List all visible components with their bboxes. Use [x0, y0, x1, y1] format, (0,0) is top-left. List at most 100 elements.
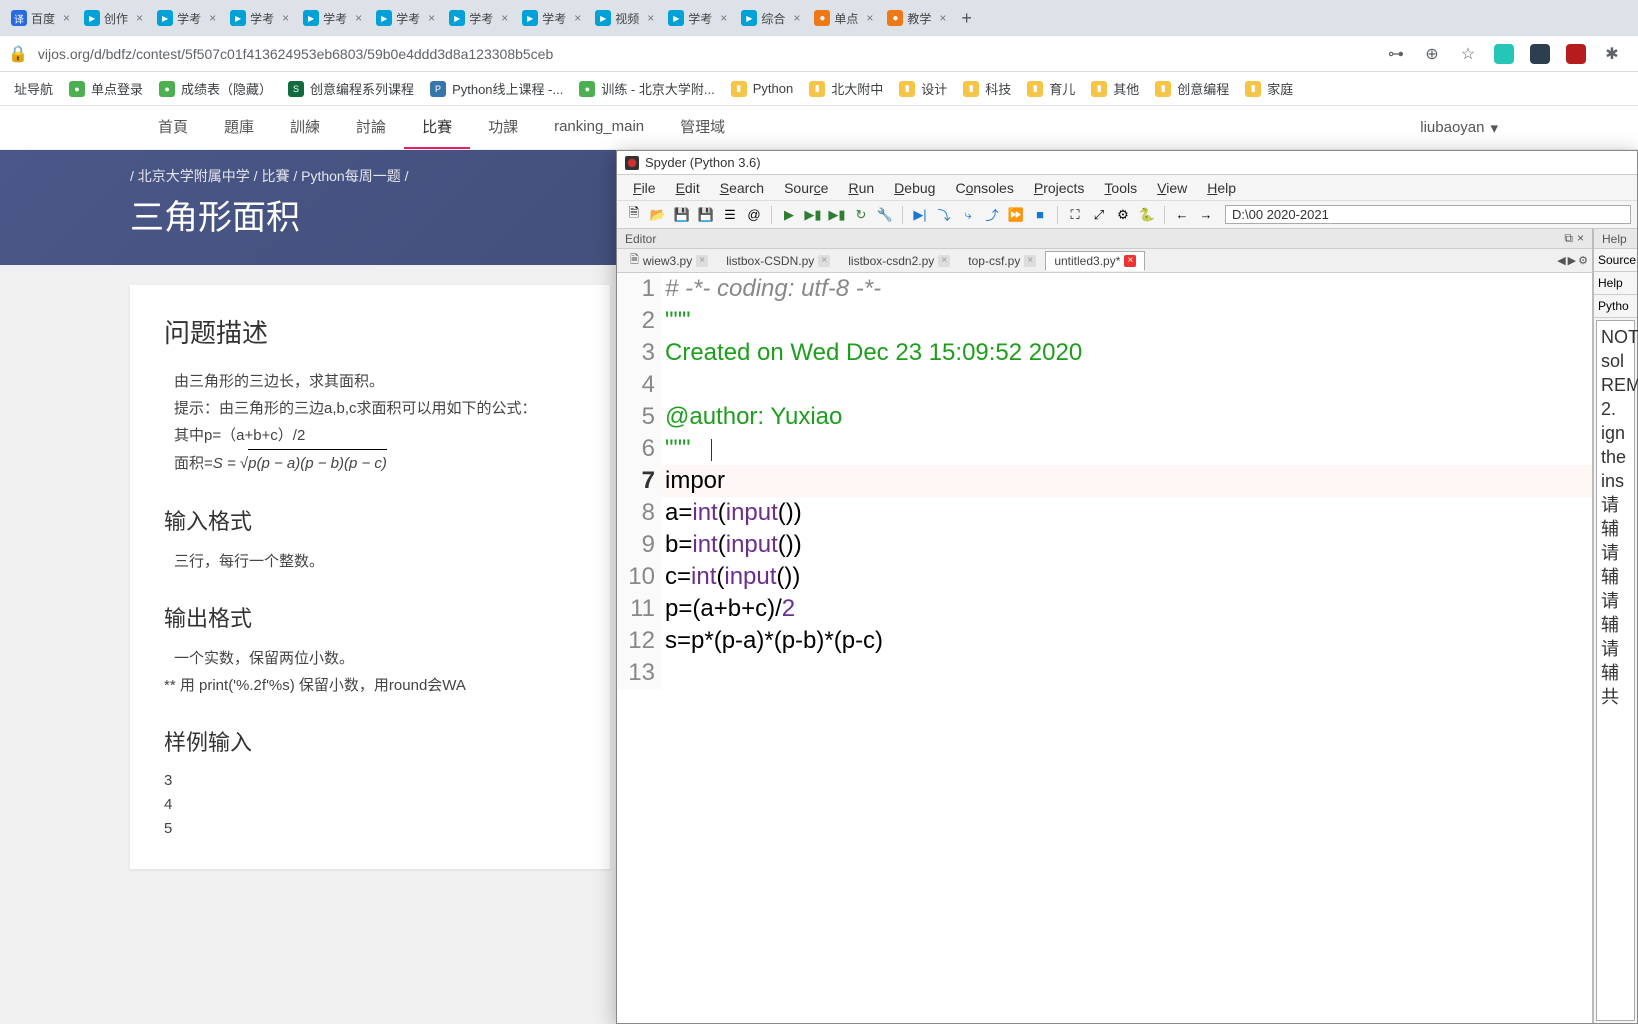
tab-8[interactable]: ▶视频× — [589, 6, 660, 31]
saveall-icon[interactable]: 💾 — [695, 204, 717, 226]
close-pane-icon[interactable]: × — [1577, 231, 1584, 246]
bookmark-item[interactable]: ▮设计 — [891, 75, 955, 102]
nav-training[interactable]: 訓練 — [272, 106, 338, 149]
close-icon[interactable]: × — [938, 255, 950, 267]
at-icon[interactable]: @ — [743, 204, 765, 226]
bookmark-item[interactable]: PPython线上课程 -... — [422, 75, 571, 102]
bookmark-item[interactable]: 址导航 — [6, 75, 61, 102]
python-icon[interactable]: 🐍 — [1136, 204, 1158, 226]
debug-play-icon[interactable]: ▶| — [909, 204, 931, 226]
help-tab[interactable]: Help — [1594, 272, 1637, 295]
python-tab[interactable]: Pytho — [1594, 295, 1637, 318]
menu-search[interactable]: Search — [710, 178, 774, 198]
tab-next-icon[interactable]: ▶ — [1568, 254, 1576, 267]
file-tab[interactable]: listbox-CSDN.py× — [717, 251, 839, 271]
step-out-icon[interactable]: ⤴ — [981, 204, 1003, 226]
star-icon[interactable]: ☆ — [1457, 43, 1479, 65]
user-menu[interactable]: liubaoyan▾ — [1420, 119, 1498, 137]
bookmark-item[interactable]: ▮创意编程 — [1147, 75, 1237, 102]
bookmark-item[interactable]: ●成绩表（隐藏） — [151, 75, 280, 102]
tab-5[interactable]: ▶学考× — [370, 6, 441, 31]
tab-12[interactable]: ●教学× — [881, 6, 952, 31]
spyder-titlebar[interactable]: Spyder (Python 3.6) — [617, 151, 1637, 175]
bookmark-item[interactable]: ●单点登录 — [61, 75, 151, 102]
step-icon[interactable]: ⤵ — [933, 204, 955, 226]
stop-icon[interactable]: ■ — [1029, 204, 1051, 226]
tab-10[interactable]: ▶综合× — [735, 6, 806, 31]
bookmark-item[interactable]: ▮科技 — [955, 75, 1019, 102]
nav-ranking[interactable]: ranking_main — [536, 106, 662, 149]
tab-7[interactable]: ▶学考× — [516, 6, 587, 31]
new-file-icon[interactable]: 🗎 — [623, 204, 645, 226]
bookmark-item[interactable]: ▮Python — [723, 77, 801, 101]
nav-home[interactable]: 首頁 — [140, 106, 206, 149]
file-tab[interactable]: 🗎wiew3.py× — [621, 248, 717, 273]
file-tab[interactable]: top-csf.py× — [959, 251, 1045, 271]
code-editor[interactable]: 1# -*- coding: utf-8 -*- 2""" 3Created o… — [617, 273, 1592, 1023]
ext-1-icon[interactable] — [1493, 43, 1515, 65]
bookmark-item[interactable]: ▮其他 — [1083, 75, 1147, 102]
close-icon[interactable]: × — [501, 11, 508, 25]
close-icon[interactable]: × — [282, 11, 289, 25]
close-icon[interactable]: × — [1124, 255, 1136, 267]
menu-consoles[interactable]: Consoles — [945, 178, 1023, 198]
tab-1[interactable]: ▶创作× — [78, 6, 149, 31]
close-icon[interactable]: × — [720, 11, 727, 25]
nav-problems[interactable]: 題庫 — [206, 106, 272, 149]
step-in-icon[interactable]: ⤷ — [957, 204, 979, 226]
maximize-icon[interactable]: ⛶ — [1064, 204, 1086, 226]
menu-file[interactable]: File — [623, 178, 666, 198]
close-icon[interactable]: × — [63, 11, 70, 25]
menu-debug[interactable]: Debug — [884, 178, 945, 198]
tab-11[interactable]: ●单点× — [808, 6, 879, 31]
menu-help[interactable]: Help — [1197, 178, 1246, 198]
nav-admin[interactable]: 管理域 — [662, 106, 743, 149]
menu-edit[interactable]: Edit — [666, 178, 710, 198]
run-icon[interactable]: ▶ — [778, 204, 800, 226]
ext-2-icon[interactable] — [1529, 43, 1551, 65]
tab-3[interactable]: ▶学考× — [224, 6, 295, 31]
bookmark-item[interactable]: ●训练 - 北京大学附... — [571, 75, 722, 102]
menu-run[interactable]: Run — [838, 178, 884, 198]
back-icon[interactable]: ← — [1171, 204, 1193, 226]
close-icon[interactable]: × — [793, 11, 800, 25]
zoom-icon[interactable]: ⊕ — [1421, 43, 1443, 65]
menu-projects[interactable]: Projects — [1024, 178, 1095, 198]
ext-3-icon[interactable] — [1565, 43, 1587, 65]
nav-discuss[interactable]: 討論 — [338, 106, 404, 149]
close-icon[interactable]: × — [696, 255, 708, 267]
undock-icon[interactable]: ⧉ — [1564, 231, 1573, 246]
tab-menu-icon[interactable]: ⚙ — [1578, 254, 1588, 267]
url-field[interactable]: vijos.org/d/bdfz/contest/5f507c01f413624… — [38, 46, 1378, 62]
file-tab[interactable]: listbox-csdn2.py× — [839, 251, 959, 271]
key-icon[interactable]: ⊶ — [1385, 43, 1407, 65]
close-icon[interactable]: × — [574, 11, 581, 25]
nav-contest[interactable]: 比賽 — [404, 106, 470, 149]
tab-prev-icon[interactable]: ◀ — [1557, 254, 1565, 267]
continue-icon[interactable]: ⏩ — [1005, 204, 1027, 226]
forward-icon[interactable]: → — [1195, 204, 1217, 226]
open-file-icon[interactable]: 📂 — [647, 204, 669, 226]
puzzle-icon[interactable]: ✱ — [1601, 43, 1623, 65]
menu-tools[interactable]: Tools — [1094, 178, 1147, 198]
close-icon[interactable]: × — [1024, 255, 1036, 267]
wrench-icon[interactable]: 🔧 — [874, 204, 896, 226]
reload-icon[interactable]: ↻ — [850, 204, 872, 226]
close-icon[interactable]: × — [136, 11, 143, 25]
close-icon[interactable]: × — [818, 255, 830, 267]
close-icon[interactable]: × — [939, 11, 946, 25]
bookmark-item[interactable]: S创意编程系列课程 — [280, 75, 422, 102]
bookmark-item[interactable]: ▮家庭 — [1237, 75, 1301, 102]
list-icon[interactable]: ☰ — [719, 204, 741, 226]
close-icon[interactable]: × — [647, 11, 654, 25]
close-icon[interactable]: × — [866, 11, 873, 25]
source-tab[interactable]: Source — [1594, 249, 1637, 272]
lock-icon[interactable]: 🔒 — [8, 44, 28, 64]
close-icon[interactable]: × — [428, 11, 435, 25]
tab-9[interactable]: ▶学考× — [662, 6, 733, 31]
tab-6[interactable]: ▶学考× — [443, 6, 514, 31]
menu-view[interactable]: View — [1147, 178, 1197, 198]
close-icon[interactable]: × — [355, 11, 362, 25]
fullscreen-icon[interactable]: ⤢ — [1088, 204, 1110, 226]
file-tab-active[interactable]: untitled3.py*× — [1045, 251, 1145, 271]
